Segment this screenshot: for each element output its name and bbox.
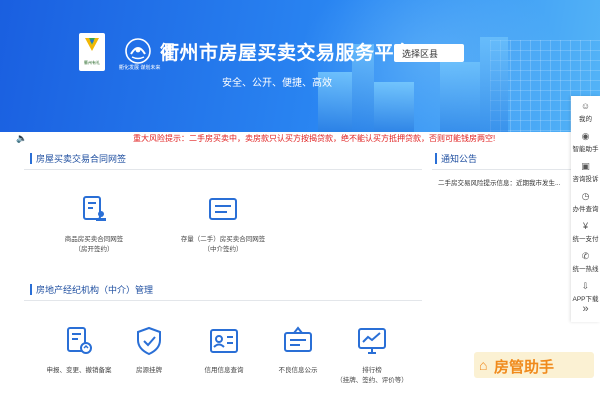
watermark-text: 房管助手 [494, 359, 555, 376]
tile-label: 申报、变更、撤销备案 [46, 367, 112, 374]
tile-label: 商品房买卖合同网签 [64, 236, 124, 243]
download-icon: ⇩ [581, 281, 590, 291]
right-floating-toolbar: ☺ 我的 ◉ 智能助手 ▣ 咨询投诉 ◷ 办件查询 ¥ 统一支付 ✆ 统一热线 … [571, 96, 600, 322]
building-graphic [480, 37, 508, 132]
tile-agency-filing[interactable]: 申报、变更、撤销备案 [38, 325, 120, 375]
toolbar-item-app[interactable]: ⇩ APP下载 [571, 281, 600, 303]
tile-bad-info-publicity[interactable]: 不良信息公示 [268, 325, 328, 375]
emblem-caption: 衢化发展 谋划未来 [119, 65, 161, 71]
app-watermark: ⌂ 房管助手 [474, 352, 594, 378]
city-logo-icon [85, 38, 99, 51]
tile-credit-query[interactable]: 信用信息查询 [194, 325, 254, 375]
yen-icon: ¥ [582, 221, 588, 231]
region-select[interactable]: 选择区县 [394, 44, 464, 62]
collapse-icon: » [582, 303, 589, 315]
bulletin-icon [284, 326, 312, 352]
page-title: 衢州市房屋买卖交易服务平台 [160, 43, 414, 64]
tile-new-house-contract[interactable]: 商品房买卖合同网签 （房开签约） [54, 194, 134, 254]
section-title-agency: 房地产经纪机构（中介）管理 [29, 284, 154, 295]
phone-icon: ✆ [581, 251, 590, 261]
tile-listing[interactable]: 房源挂牌 [126, 325, 172, 375]
document-icon [209, 198, 237, 220]
building-graphic [440, 62, 480, 132]
chart-monitor-icon [358, 328, 386, 354]
contract-stamp-icon [83, 196, 106, 221]
header-banner: 衢州有礼 衢化发展 谋划未来 衢州市房屋买卖交易服务平台 安全、公开、便捷、高效… [0, 0, 600, 132]
tile-label: 房源挂牌 [136, 367, 162, 374]
section-title-notice: 通知公告 [434, 153, 478, 164]
shield-check-icon [137, 326, 161, 356]
toolbar-item-assistant[interactable]: ◉ 智能助手 [571, 131, 600, 153]
tile-sublabel: （挂牌、签约、评价等） [336, 377, 408, 384]
speaker-icon: 🔈 [16, 133, 28, 143]
toolbar-item-hotline[interactable]: ✆ 统一热线 [571, 251, 600, 273]
chat-icon: ◉ [581, 131, 590, 141]
toolbar-item-progress[interactable]: ◷ 办件查询 [571, 191, 600, 213]
comment-icon: ▣ [581, 161, 590, 171]
tile-sublabel: （中介签约） [203, 246, 243, 253]
tile-label: 信用信息查询 [204, 367, 244, 374]
divider [432, 169, 571, 170]
city-logo-caption: 衢州有礼 [84, 60, 100, 65]
tile-sublabel: （房开签约） [74, 246, 114, 253]
id-card-icon [210, 329, 238, 353]
divider [24, 300, 422, 301]
tile-label: 排行榜 [362, 367, 382, 374]
file-refresh-icon [67, 327, 92, 354]
toolbar-collapse-button[interactable]: » [571, 303, 600, 315]
tile-ranking[interactable]: 排行榜 （挂牌、签约、评价等） [332, 325, 412, 385]
notice-item[interactable]: 二手房交易风险提示信息：近期我市发生... [438, 177, 560, 187]
clock-icon: ◷ [581, 191, 590, 201]
page-slogan: 安全、公开、便捷、高效 [222, 78, 332, 89]
toolbar-item-mine[interactable]: ☺ 我的 [571, 101, 600, 123]
tile-label: 存量（二手）房买卖合同网签 [180, 236, 266, 243]
section-title-contract: 房屋买卖交易合同网签 [29, 153, 127, 164]
building-graphic [374, 82, 414, 132]
user-icon: ☺ [580, 101, 591, 111]
house-icon: ⌂ [479, 357, 488, 373]
city-logo[interactable]: 衢州有礼 [79, 33, 105, 71]
toolbar-item-payment[interactable]: ¥ 统一支付 [571, 221, 600, 243]
tile-second-hand-contract[interactable]: 存量（二手）房买卖合同网签 （中介签约） [170, 194, 276, 254]
toolbar-item-complaint[interactable]: ▣ 咨询投诉 [571, 161, 600, 183]
divider [24, 169, 422, 170]
risk-warning-text[interactable]: 重大风险提示：二手房买卖中，卖房款只认买方按揭贷款，绝不能认买方抵押贷款，否则可… [133, 133, 495, 144]
risk-warning-bar: 🔈 重大风险提示：二手房买卖中，卖房款只认买方按揭贷款，绝不能认买方抵押贷款，否… [0, 132, 571, 146]
platform-emblem-icon [125, 38, 151, 64]
tile-label: 不良信息公示 [278, 367, 318, 374]
